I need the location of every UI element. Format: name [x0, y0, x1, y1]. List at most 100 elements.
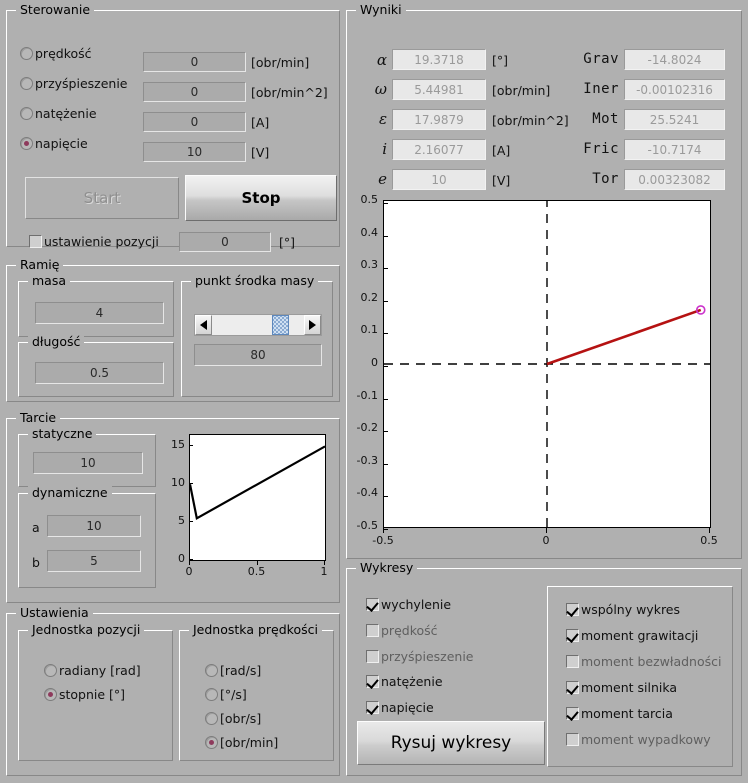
radio-icon-rad-s[interactable] — [205, 664, 218, 677]
arm-plot-ytick-label: -0.4 — [356, 486, 378, 500]
arm-plot-ytick-mark — [383, 333, 388, 335]
checkbox-przyspieszenie[interactable]: przyśpieszenie — [366, 649, 474, 664]
input-predkosc[interactable]: 0 — [143, 52, 246, 72]
input-masa[interactable]: 4 — [35, 302, 164, 324]
unit-predkosc: [obr/min] — [251, 55, 310, 70]
radio-rad-s[interactable]: [rad/s] — [205, 663, 261, 678]
arm-plot-xtick-mark — [709, 528, 710, 533]
checkbox-icon-moment-grawitacji[interactable] — [566, 629, 579, 642]
checkbox-icon-natezenie[interactable] — [366, 675, 379, 688]
radio-icon-obr-s[interactable] — [205, 712, 218, 725]
result-value-alpha: 19.3718 — [392, 49, 486, 70]
checkbox-icon-ustawienie-pozycji[interactable] — [29, 235, 42, 248]
checkbox-icon-moment-tarcia[interactable] — [566, 707, 579, 720]
checkbox-icon-moment-bezwladnosci[interactable] — [566, 655, 579, 668]
radio-obr-s[interactable]: [obr/s] — [205, 711, 261, 726]
radio-icon-przyspieszenie[interactable] — [20, 77, 33, 90]
radio-icon-predkosc[interactable] — [20, 47, 33, 60]
group-ramie-title: Ramię — [16, 258, 64, 272]
checkbox-label-moment-silnika: moment silnika — [581, 680, 678, 695]
arm-plot-ytick-mark — [383, 431, 388, 433]
radio-natezenie[interactable]: natężenie — [20, 106, 97, 121]
group-tarcie: Tarcie statyczne 10 dynamiczne a 10 b 5 … — [6, 411, 340, 603]
checkbox-moment-wypadkowy[interactable]: moment wypadkowy — [566, 732, 711, 747]
checkbox-moment-bezwladnosci[interactable]: moment bezwładności — [566, 654, 721, 669]
checkbox-icon-moment-silnika[interactable] — [566, 681, 579, 694]
group-dlugosc: długość 0.5 — [18, 335, 174, 397]
arm-plot-ytick-mark — [383, 463, 388, 465]
friction-plot-svg — [190, 445, 325, 521]
checkbox-predkosc[interactable]: prędkość — [366, 623, 438, 638]
checkbox-wspolny-wykres[interactable]: wspólny wykres — [566, 602, 680, 617]
arm-plot-ytick-label: -0.5 — [356, 519, 378, 532]
radio-deg-s[interactable]: [°/s] — [205, 687, 247, 702]
radio-icon-deg-s[interactable] — [205, 688, 218, 701]
checkbox-icon-wspolny-wykres[interactable] — [566, 603, 579, 616]
checkbox-ustawienie-pozycji[interactable]: ustawienie pozycji — [29, 234, 159, 249]
group-jednostka-pozycji: Jednostka pozycji radiany [rad] stopnie … — [18, 623, 173, 761]
com-scrollbar[interactable] — [194, 314, 322, 336]
radio-label-przyspieszenie: przyśpieszenie — [35, 76, 128, 91]
checkbox-moment-tarcia[interactable]: moment tarcia — [566, 706, 673, 721]
radio-icon-stopnie[interactable] — [44, 688, 57, 701]
checkbox-moment-silnika[interactable]: moment silnika — [566, 680, 677, 695]
radio-icon-obr-min[interactable] — [205, 736, 218, 749]
checkbox-natezenie[interactable]: natężenie — [366, 674, 443, 689]
input-przyspieszenie[interactable]: 0 — [143, 82, 246, 102]
draw-charts-button[interactable]: Rysuj wykresy — [357, 721, 545, 765]
checkbox-moment-grawitacji[interactable]: moment grawitacji — [566, 628, 698, 643]
group-punkt-srodka-masy-title: punkt środka masy — [191, 274, 319, 288]
checkbox-icon-predkosc[interactable] — [366, 624, 379, 637]
start-button[interactable]: Start — [25, 177, 179, 219]
radio-radiany[interactable]: radiany [rad] — [44, 663, 141, 678]
input-dlugosc[interactable]: 0.5 — [35, 362, 164, 384]
friction-plot-ytick-mark — [189, 483, 193, 485]
checkbox-icon-moment-wypadkowy[interactable] — [566, 733, 579, 746]
application-window: Sterowanie prędkość 0 [obr/min] przyśpie… — [0, 0, 748, 783]
result-symbol-tor: Tor — [592, 171, 619, 187]
radio-obr-min[interactable]: [obr/min] — [205, 735, 278, 750]
stop-button[interactable]: Stop — [185, 175, 337, 221]
checkbox-label-wychylenie: wychylenie — [381, 597, 452, 612]
friction-plot-ytick-mark — [189, 445, 193, 447]
result-value-omega: 5.44981 — [392, 79, 486, 100]
checkbox-label-ustawienie-pozycji: ustawienie pozycji — [44, 234, 159, 249]
com-scroll-right-button[interactable] — [304, 315, 321, 335]
com-scroll-left-button[interactable] — [195, 315, 212, 335]
radio-label-stopnie: stopnie [°] — [59, 687, 126, 702]
input-natezenie[interactable]: 0 — [143, 112, 246, 132]
radio-icon-radiany[interactable] — [44, 664, 57, 677]
radio-predkosc[interactable]: prędkość — [20, 46, 92, 61]
checkbox-icon-napiecie[interactable] — [366, 701, 379, 714]
com-scroll-track[interactable] — [212, 315, 304, 335]
checkbox-napiecie[interactable]: napięcie — [366, 700, 434, 715]
input-tarcie-statyczne[interactable]: 10 — [33, 452, 143, 474]
radio-przyspieszenie[interactable]: przyśpieszenie — [20, 76, 128, 91]
result-unit-e: [V] — [492, 173, 511, 188]
group-wyniki: Wyniki α 19.3718 [°] ω 5.44981 [obr/min]… — [346, 3, 742, 559]
checkbox-icon-przyspieszenie[interactable] — [366, 650, 379, 663]
group-ustawienia: Ustawienia Jednostka pozycji radiany [ra… — [6, 606, 340, 776]
checkbox-label-predkosc: prędkość — [381, 623, 438, 638]
checkbox-wychylenie[interactable]: wychylenie — [366, 597, 451, 612]
arm-plot-xtick-mark — [383, 528, 384, 533]
input-napiecie[interactable]: 10 — [143, 142, 246, 162]
radio-icon-napiecie[interactable] — [20, 137, 33, 150]
radio-stopnie[interactable]: stopnie [°] — [44, 687, 125, 702]
unit-napiecie: [V] — [251, 145, 270, 160]
friction-plot-xtick-label: 1 — [320, 565, 328, 578]
friction-plot-ytick-label: 0 — [178, 552, 185, 565]
radio-napiecie[interactable]: napięcie — [20, 136, 88, 151]
input-dynamiczne-a[interactable]: 10 — [47, 515, 141, 537]
com-scroll-thumb[interactable] — [272, 315, 289, 335]
input-punkt-srodka-masy[interactable]: 80 — [194, 344, 322, 366]
checkbox-icon-wychylenie[interactable] — [366, 598, 379, 611]
group-sterowanie-title: Sterowanie — [16, 3, 95, 17]
input-ustawienie-pozycji[interactable]: 0 — [179, 232, 271, 252]
friction-plot-ytick-label: 10 — [171, 476, 185, 490]
arm-plot-ytick-label: -0.3 — [356, 453, 378, 467]
input-dynamiczne-b[interactable]: 5 — [47, 550, 141, 572]
checkbox-label-moment-grawitacji: moment grawitacji — [581, 628, 699, 643]
radio-icon-natezenie[interactable] — [20, 107, 33, 120]
radio-label-radiany: radiany [rad] — [59, 663, 141, 678]
